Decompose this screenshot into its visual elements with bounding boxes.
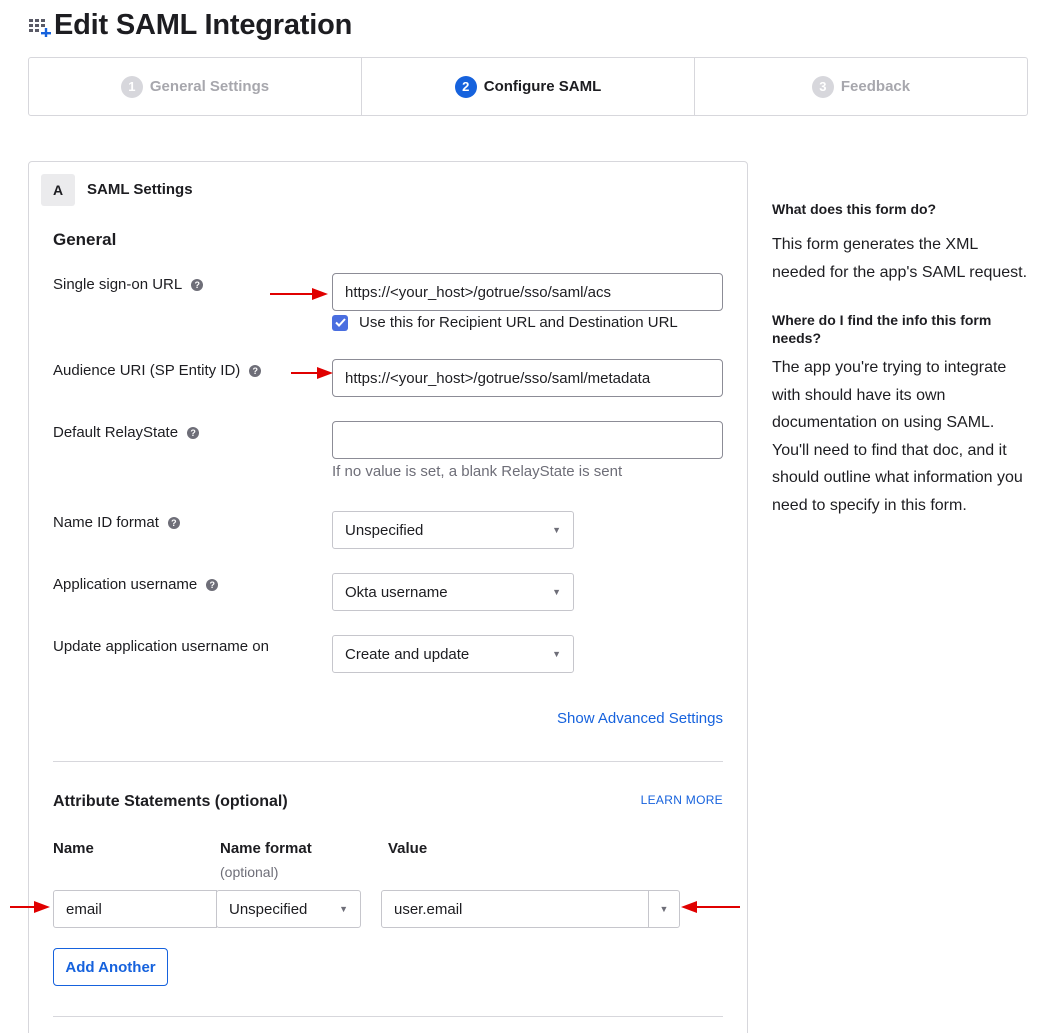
name-id-format-label: Name ID format ?	[53, 514, 180, 531]
checkbox-label: Use this for Recipient URL and Destinati…	[359, 314, 678, 331]
update-username-select[interactable]: Create and update ▼	[332, 635, 574, 673]
name-id-format-label-text: Name ID format	[53, 514, 159, 531]
annotation-arrow-icon	[270, 288, 328, 300]
app-username-label-text: Application username	[53, 576, 198, 593]
section-title: SAML Settings	[87, 181, 193, 198]
name-id-format-select[interactable]: Unspecified ▼	[332, 511, 574, 549]
update-username-label-text: Update application username on	[53, 638, 269, 655]
select-value: Unspecified	[345, 521, 424, 539]
annotation-arrow-icon	[681, 901, 740, 913]
app-username-label: Application username ?	[53, 576, 219, 593]
app-grid-plus-icon	[28, 13, 52, 38]
chevron-down-icon: ▼	[552, 587, 561, 597]
sso-url-input[interactable]: https://<your_host>/gotrue/sso/saml/acs	[332, 273, 723, 311]
add-another-button[interactable]: Add Another	[53, 948, 168, 986]
general-heading: General	[53, 230, 117, 249]
help-icon[interactable]: ?	[206, 578, 219, 591]
divider	[53, 761, 723, 762]
attribute-value-text: user.email	[394, 900, 463, 918]
select-value: Okta username	[345, 583, 448, 601]
audience-uri-label-text: Audience URI (SP Entity ID)	[53, 362, 241, 379]
step-number: 1	[120, 75, 143, 98]
sso-url-label: Single sign-on URL ?	[53, 276, 204, 293]
attribute-name-input[interactable]: email	[53, 890, 217, 928]
step-label: Feedback	[840, 78, 911, 95]
dropdown-toggle[interactable]: ▼	[648, 891, 679, 927]
step-label: Configure SAML	[483, 78, 602, 95]
attribute-value-combobox[interactable]: user.email ▼	[381, 890, 680, 928]
divider	[53, 1016, 723, 1017]
learn-more-link[interactable]: LEARN MORE	[641, 793, 723, 807]
sso-url-value: https://<your_host>/gotrue/sso/saml/acs	[345, 283, 611, 301]
app-username-select[interactable]: Okta username ▼	[332, 573, 574, 611]
audience-uri-label: Audience URI (SP Entity ID) ?	[53, 362, 262, 379]
help-icon[interactable]: ?	[191, 278, 204, 291]
step-general-settings[interactable]: 1 General Settings	[29, 58, 361, 115]
recipient-url-checkbox-row[interactable]: Use this for Recipient URL and Destinati…	[332, 314, 678, 331]
help-sidebar: What does this form do? This form genera…	[772, 200, 1034, 519]
chevron-down-icon: ▼	[339, 904, 348, 914]
help-answer: The app you're trying to integrate with …	[772, 359, 1023, 514]
help-answer: This form generates the XML needed for t…	[772, 236, 1028, 281]
step-configure-saml[interactable]: 2 Configure SAML	[361, 58, 694, 115]
help-question: Where do I find the info this form needs…	[772, 312, 992, 346]
select-value: Create and update	[345, 645, 470, 663]
relay-state-label: Default RelayState ?	[53, 424, 200, 441]
relay-state-label-text: Default RelayState	[53, 424, 179, 441]
page-title: Edit SAML Integration	[54, 8, 353, 41]
annotation-arrow-icon	[291, 367, 333, 379]
show-advanced-settings-link[interactable]: Show Advanced Settings	[557, 710, 723, 727]
checkbox-checked-icon[interactable]	[332, 314, 348, 331]
audience-uri-input[interactable]: https://<your_host>/gotrue/sso/saml/meta…	[332, 359, 723, 397]
help-question: What does this form do?	[772, 201, 937, 217]
step-feedback[interactable]: 3 Feedback	[694, 58, 1027, 115]
chevron-down-icon: ▼	[552, 525, 561, 535]
help-icon[interactable]: ?	[187, 426, 200, 439]
page-header: Edit SAML Integration	[28, 8, 352, 42]
step-number: 3	[811, 75, 834, 98]
chevron-down-icon: ▼	[552, 649, 561, 659]
relay-state-input[interactable]	[332, 421, 723, 459]
attribute-format-select[interactable]: Unspecified ▼	[216, 890, 361, 928]
annotation-arrow-icon	[10, 901, 50, 913]
section-badge: A	[41, 174, 75, 206]
column-header-optional: (optional)	[220, 864, 279, 880]
update-username-label: Update application username on	[53, 638, 269, 655]
sso-url-label-text: Single sign-on URL	[53, 276, 183, 293]
chevron-down-icon: ▼	[659, 904, 669, 914]
wizard-steps: 1 General Settings 2 Configure SAML 3 Fe…	[28, 57, 1028, 116]
help-icon[interactable]: ?	[249, 364, 262, 377]
column-header-name: Name	[53, 840, 94, 857]
attribute-statements-heading: Attribute Statements (optional)	[53, 793, 288, 810]
relay-state-hint: If no value is set, a blank RelayState i…	[332, 463, 623, 480]
column-header-name-format: Name format	[220, 840, 312, 857]
step-number: 2	[454, 75, 477, 98]
column-header-value: Value	[388, 840, 428, 857]
attribute-name-value: email	[66, 900, 102, 918]
select-value: Unspecified	[229, 900, 308, 918]
audience-uri-value: https://<your_host>/gotrue/sso/saml/meta…	[345, 369, 651, 387]
step-label: General Settings	[149, 78, 270, 95]
help-icon[interactable]: ?	[167, 516, 180, 529]
